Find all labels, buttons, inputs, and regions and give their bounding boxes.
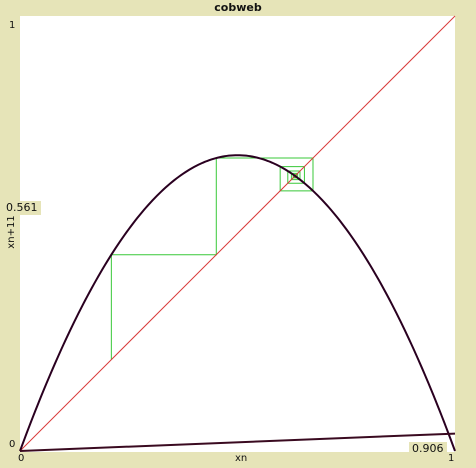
y-tick-max: 1 <box>9 20 16 31</box>
y-tick-min: 0 <box>9 439 16 450</box>
x-tick-min: 0 <box>18 453 25 464</box>
plot-area <box>19 15 456 452</box>
x-tick-max: 1 <box>448 453 455 464</box>
x-readout: 0.906 <box>409 442 447 456</box>
y-readout: 0.561 <box>3 201 41 215</box>
y-axis-label: xn+11 <box>6 215 17 249</box>
x-axis-label: xn <box>235 453 248 464</box>
